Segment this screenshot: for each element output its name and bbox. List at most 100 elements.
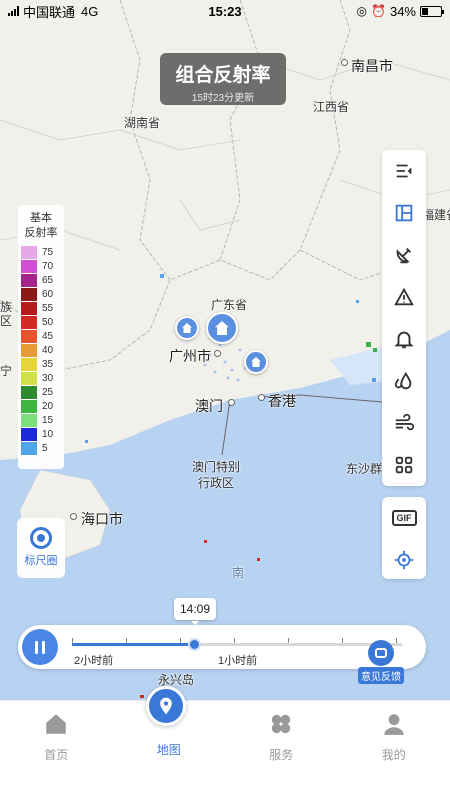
timeline-label-1h: 1小时前	[218, 655, 258, 667]
legend-value: 15	[42, 414, 54, 426]
legend-value: 55	[42, 302, 54, 314]
house-icon	[215, 321, 229, 335]
map-label-hongkong: 香港	[268, 393, 296, 409]
legend-swatch	[21, 357, 37, 371]
legend-swatch	[21, 413, 37, 427]
legend-row: 55	[21, 301, 61, 315]
legend-row: 10	[21, 427, 61, 441]
legend-swatch	[21, 287, 37, 301]
legend-value: 20	[42, 400, 54, 412]
ruler-circle-button[interactable]: 标尺圈	[17, 518, 65, 578]
legend-swatch	[21, 315, 37, 329]
home-icon	[46, 714, 66, 734]
carrier: 中国联通	[23, 4, 76, 20]
gif-icon: GIF	[391, 510, 417, 526]
legend-value: 70	[42, 260, 54, 272]
map-toolbar-secondary: GIF	[382, 497, 426, 579]
legend-row: 65	[21, 273, 61, 287]
collapse-button[interactable]	[382, 150, 426, 192]
signal-icon	[8, 6, 19, 16]
legend-swatch	[21, 371, 37, 385]
legend-row: 35	[21, 357, 61, 371]
legend-value: 10	[42, 428, 54, 440]
map-label-nan: 南	[232, 566, 245, 580]
rotation-lock-icon: ◎	[356, 4, 368, 18]
station-pin[interactable]	[206, 312, 238, 344]
nav-service-label: 服务	[269, 748, 294, 762]
warning-icon	[394, 287, 414, 306]
legend-row: 20	[21, 399, 61, 413]
nav-service[interactable]: 服务	[225, 701, 338, 800]
battery-icon	[420, 5, 444, 17]
status-bar: 中国联通 4G 15:23 ◎ ⏰ 34%	[0, 0, 450, 22]
alert-button[interactable]	[382, 318, 426, 360]
grid-icon	[395, 456, 413, 474]
legend-swatch	[21, 259, 37, 273]
current-time-tooltip: 14:09	[174, 598, 216, 625]
legend-value: 50	[42, 316, 54, 328]
legend-value: 5	[42, 442, 48, 454]
legend-row: 45	[21, 329, 61, 343]
map-label-dongsha: 东沙群	[346, 462, 383, 476]
nav-home-label: 首页	[44, 748, 69, 762]
timeline-label-2h: 2小时前	[74, 655, 114, 667]
house-icon	[182, 323, 192, 333]
feedback-label: 意见反馈	[358, 667, 404, 684]
layers-button[interactable]	[382, 192, 426, 234]
map-toolbar	[382, 150, 426, 486]
legend-swatch	[21, 245, 37, 259]
wind-icon	[395, 413, 415, 431]
map-label-guangdong: 广东省	[211, 298, 248, 312]
locate-button[interactable]	[382, 539, 426, 581]
legend-title-2: 反射率	[24, 227, 58, 239]
legend-value: 60	[42, 288, 54, 300]
legend-value: 35	[42, 358, 54, 370]
map-pin-icon[interactable]	[146, 686, 186, 726]
map-label-left-qu: 区	[0, 314, 13, 328]
nav-mine[interactable]: 我的	[338, 701, 450, 800]
city-dot	[214, 350, 221, 357]
city-dot	[70, 513, 77, 520]
legend-row: 5	[21, 441, 61, 455]
ruler-label: 标尺圈	[24, 555, 58, 567]
legend-row: 75	[21, 245, 61, 259]
legend-value: 65	[42, 274, 54, 286]
house-icon	[251, 357, 261, 367]
legend-swatch	[21, 301, 37, 315]
legend-swatch	[21, 273, 37, 287]
gif-button[interactable]: GIF	[382, 497, 426, 539]
timeline-slider[interactable]	[72, 638, 402, 651]
legend-value: 40	[42, 344, 54, 356]
map-label-macau: 澳门	[195, 398, 223, 414]
grid-button[interactable]	[382, 444, 426, 486]
wind-button[interactable]	[382, 402, 426, 444]
collapse-icon	[396, 164, 412, 178]
nav-map-label: 地图	[156, 743, 181, 757]
pause-button[interactable]	[22, 629, 58, 665]
rain-button[interactable]	[382, 360, 426, 402]
nav-home[interactable]: 首页	[0, 701, 113, 800]
map-label-guangzhou: 广州市	[169, 348, 211, 364]
clover-icon	[272, 714, 291, 734]
reflectivity-legend: 基本 反射率 75 70 65 60 55 50 45 40 35 30 25 20 15 10 5	[18, 205, 64, 469]
rain-icon	[394, 371, 412, 390]
layer-title-badge[interactable]: 组合反射率 15时23分更新	[160, 53, 286, 105]
legend-swatch	[21, 343, 37, 357]
bell-icon	[394, 331, 414, 349]
feedback-button[interactable]: 意见反馈	[358, 640, 404, 684]
station-pin[interactable]	[244, 350, 268, 374]
battery-percent: 34%	[389, 3, 416, 19]
legend-value: 25	[42, 386, 54, 398]
timeline-knob[interactable]	[188, 638, 202, 651]
radar-icon	[396, 247, 412, 264]
warning-button[interactable]	[382, 276, 426, 318]
legend-swatch	[21, 329, 37, 343]
layer-title: 组合反射率	[175, 65, 271, 86]
map-label-hunan: 湖南省	[124, 116, 161, 130]
station-pin[interactable]	[175, 316, 199, 340]
legend-value: 45	[42, 330, 54, 342]
map-label-fujian: 福建省	[422, 208, 450, 222]
radar-button[interactable]	[382, 234, 426, 276]
nav-mine-label: 我的	[381, 748, 406, 762]
legend-row: 40	[21, 343, 61, 357]
